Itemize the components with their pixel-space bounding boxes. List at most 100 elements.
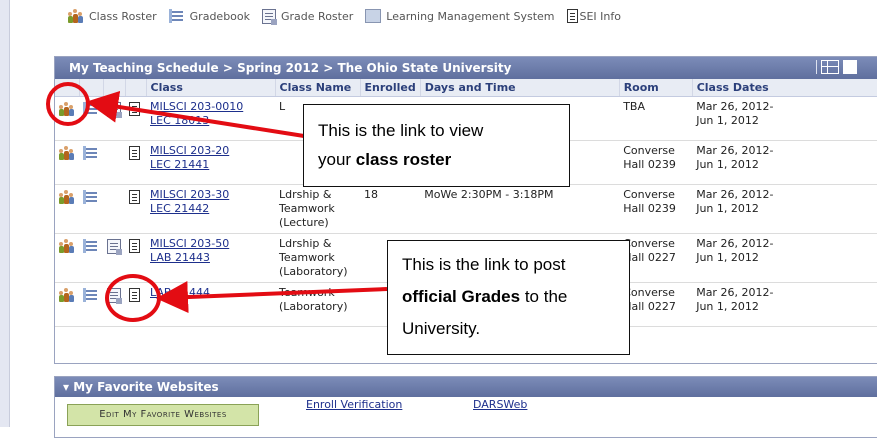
gradebook-icon[interactable]	[83, 146, 99, 161]
class-name-cell: Ldrship & Teamwork (Laboratory)	[275, 233, 360, 283]
grade-roster-cell	[103, 184, 125, 234]
class-code-link[interactable]: MILSCI 203-30	[150, 188, 271, 202]
room-cell: Converse Hall 0227	[619, 282, 693, 327]
section-link[interactable]: LEC 21442	[150, 202, 271, 216]
nav-gradebook[interactable]: Gradebook	[168, 8, 251, 24]
roster-cell	[55, 184, 79, 234]
class-cell: LAB 21444	[146, 282, 275, 327]
sei-info-icon[interactable]	[129, 239, 140, 253]
nav-sei-info-label: SEI Info	[579, 9, 622, 23]
edit-favorites-button[interactable]: Edit My Favorite Websites	[67, 404, 259, 426]
callout-roster-line2: your class roster	[318, 145, 555, 174]
grade-roster-cell	[103, 140, 125, 185]
sei-cell	[125, 140, 146, 185]
gradebook-icon[interactable]	[83, 239, 99, 254]
callout-grades-line3: University.	[402, 319, 481, 338]
callout-grades-suffix: to the	[520, 287, 568, 306]
class-code-link[interactable]: MILSCI 203-0010	[150, 100, 271, 114]
header-divider	[816, 60, 817, 74]
gradebook-cell	[79, 233, 103, 283]
class-roster-icon[interactable]	[59, 190, 75, 204]
gradebook-cell	[79, 184, 103, 234]
room-cell: Converse Hall 0239	[619, 184, 693, 234]
sei-cell	[125, 96, 146, 141]
nav-class-roster-label: Class Roster	[89, 9, 157, 23]
col-class-dates: Class Dates	[692, 79, 877, 97]
gradebook-icon[interactable]	[83, 288, 99, 303]
callout-grades-line2: official Grades to the	[402, 281, 615, 313]
room-cell: Converse Hall 0227	[619, 233, 693, 283]
callout-roster-bold: class roster	[355, 150, 452, 169]
class-dates-cell: Mar 26, 2012- Jun 1, 2012	[692, 96, 877, 141]
callout-roster-line1: This is the link to view	[318, 121, 484, 140]
gradebook-cell	[79, 140, 103, 185]
grade-roster-cell	[103, 96, 125, 141]
gradebook-icon[interactable]	[83, 190, 99, 205]
nav-grade-roster-label: Grade Roster	[281, 9, 354, 23]
class-dates-cell: Mar 26, 2012- Jun 1, 2012	[692, 233, 877, 283]
roster-cell	[55, 233, 79, 283]
table-row: MILSCI 203-30 LEC 21442 Ldrship & Teamwork…	[55, 184, 877, 234]
roster-cell	[55, 282, 79, 327]
section-link[interactable]: LAB 21444	[150, 286, 271, 300]
class-roster-icon[interactable]	[59, 288, 75, 302]
class-roster-icon[interactable]	[59, 146, 75, 160]
highlight-circle-roster	[46, 82, 90, 126]
class-cell: MILSCI 203-50 LAB 21443	[146, 233, 275, 283]
schedule-header: My Teaching Schedule > Spring 2012 > The…	[55, 57, 877, 79]
favorites-header[interactable]: ▾ My Favorite Websites	[55, 377, 877, 397]
header-icons	[816, 60, 857, 74]
col-enrolled: Enrolled	[360, 79, 421, 97]
sei-info-icon[interactable]	[129, 146, 140, 160]
lms-icon	[365, 9, 382, 23]
roster-cell	[55, 140, 79, 185]
class-dates-cell: Mar 26, 2012- Jun 1, 2012	[692, 140, 877, 185]
top-nav: Class Roster Gradebook Grade Roster Lear…	[68, 6, 621, 26]
col-room: Room	[619, 79, 693, 97]
sei-info-icon	[566, 9, 578, 23]
callout-grades-bold: official Grades	[402, 287, 521, 306]
enroll-verification-link[interactable]: Enroll Verification	[306, 398, 402, 411]
grade-roster-icon[interactable]	[107, 102, 122, 118]
gradebook-cell	[79, 282, 103, 327]
class-dates-cell: Mar 26, 2012- Jun 1, 2012	[692, 282, 877, 327]
class-code-link[interactable]: MILSCI 203-50	[150, 237, 271, 251]
class-cell: MILSCI 203-30 LEC 21442	[146, 184, 275, 234]
callout-roster-prefix: your	[318, 150, 356, 169]
sei-info-icon[interactable]	[129, 190, 140, 204]
darsweb-link[interactable]: DARSWeb	[473, 398, 527, 411]
col-days-time: Days and Time	[420, 79, 620, 97]
days-time-cell: MoWe 2:30PM - 3:18PM	[420, 184, 620, 234]
nav-lms-label: Learning Management System	[386, 9, 555, 23]
col-class-name: Class Name	[275, 79, 361, 97]
calendar-icon[interactable]	[843, 60, 857, 74]
room-cell: TBA	[619, 96, 693, 141]
schedule-title: My Teaching Schedule > Spring 2012 > The…	[69, 61, 512, 75]
callout-class-roster: This is the link to view your class rost…	[303, 104, 570, 187]
sei-info-icon[interactable]	[129, 102, 140, 116]
class-code-link[interactable]: MILSCI 203-20	[150, 144, 271, 158]
class-dates-cell: Mar 26, 2012- Jun 1, 2012	[692, 184, 877, 234]
section-link[interactable]: LAB 21443	[150, 251, 271, 265]
nav-gradebook-label: Gradebook	[189, 9, 251, 23]
section-link[interactable]: LEC 18013	[150, 114, 271, 128]
highlight-circle-grades	[105, 274, 161, 322]
class-roster-icon	[68, 9, 84, 23]
class-cell: MILSCI 203-0010 LEC 18013	[146, 96, 275, 141]
gradebook-icon	[168, 8, 185, 24]
nav-class-roster[interactable]: Class Roster	[68, 9, 157, 23]
class-name-cell: Teamwork (Laboratory)	[275, 282, 360, 327]
enrolled-cell: 18	[360, 184, 421, 234]
grade-roster-icon[interactable]	[107, 239, 122, 255]
grid-view-icon[interactable]	[821, 60, 839, 74]
grade-roster-icon	[262, 8, 278, 25]
class-roster-icon[interactable]	[59, 239, 75, 253]
nav-sei-info[interactable]: SEI Info	[566, 9, 622, 23]
nav-grade-roster[interactable]: Grade Roster	[262, 8, 354, 25]
class-cell: MILSCI 203-20 LEC 21441	[146, 140, 275, 185]
col-class: Class	[146, 79, 276, 97]
col-sei-icon	[125, 79, 147, 97]
nav-lms[interactable]: Learning Management System	[365, 9, 555, 23]
col-grade-roster-icon	[103, 79, 126, 97]
section-link[interactable]: LEC 21441	[150, 158, 271, 172]
